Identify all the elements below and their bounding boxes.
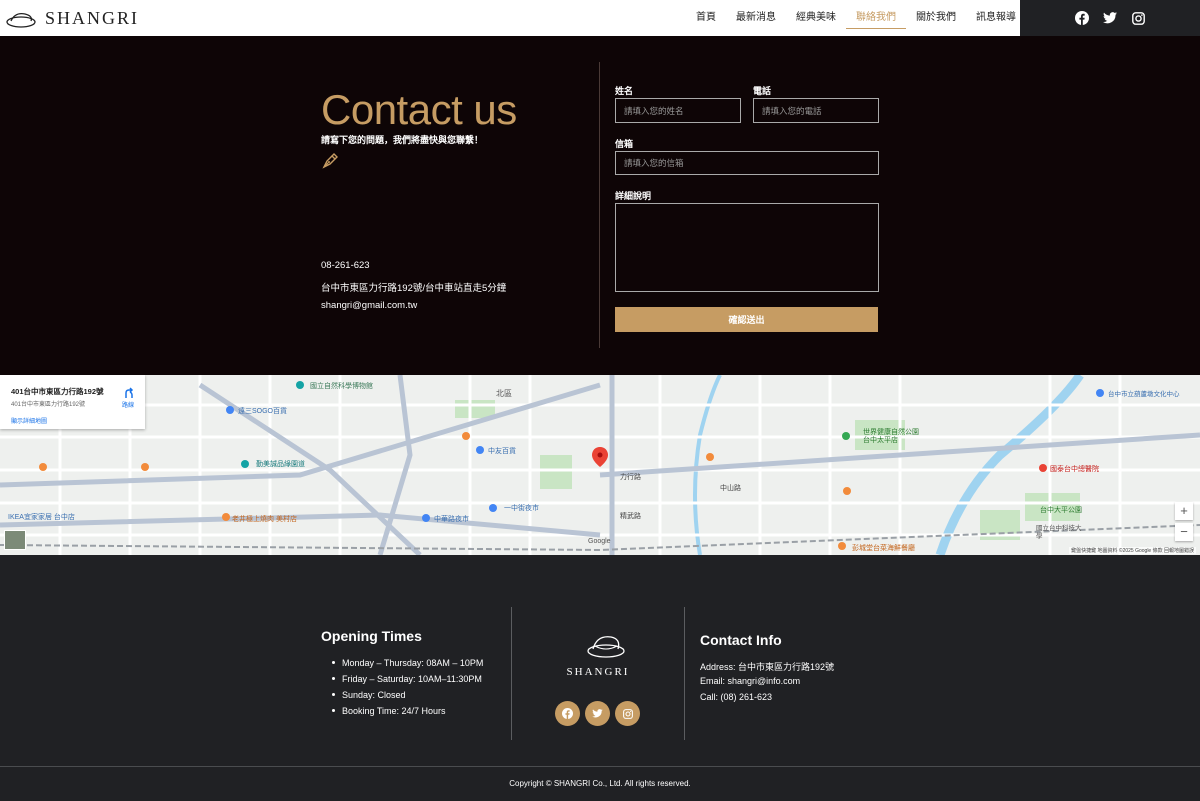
map-label: 中華路夜市 [434, 516, 469, 523]
footer-facebook-button[interactable] [555, 701, 580, 726]
map-attribution[interactable]: 鍵盤快捷鍵 地圖資料 ©2025 Google 條款 回報地圖錯誤 [1069, 547, 1196, 554]
nav-about[interactable]: 關於我們 [906, 0, 966, 36]
footer-logo-text: SHANGRI [566, 666, 630, 678]
map-label: 北區 [496, 389, 512, 398]
footer-address: Address: 台中市東區力行路192號 [700, 662, 835, 672]
site-header: SHANGRI 首頁 最新消息 經典美味 聯絡我們 關於我們 訊息報導 [0, 0, 1200, 36]
map-label: 中山路 [720, 485, 741, 492]
footer-email: Email: shangri@info.com [700, 676, 801, 686]
name-label: 姓名 [615, 86, 634, 96]
contact-section: Contact us 請寫下您的問題，我們將盡快與您聯繫！ 08-261-623… [0, 36, 1200, 375]
satellite-thumbnail[interactable] [4, 530, 26, 550]
map-label: 中友百貨 [488, 448, 516, 455]
submit-button[interactable]: 確認送出 [615, 307, 878, 332]
map-place-address: 401台中市東區力行路192號 [11, 402, 86, 408]
contact-email: shangri@gmail.com.tw [321, 300, 418, 311]
footer-rule [0, 766, 1200, 767]
map-place-card: 401台中市東區力行路192號 401台中市東區力行路192號 顯示詳細地圖 路… [0, 375, 145, 429]
contact-phone: 08-261-623 [321, 260, 370, 271]
google-brand: Google [588, 538, 611, 545]
map-label: 世界健康自然公園 台中太平店 [863, 429, 919, 444]
footer-divider [684, 607, 685, 740]
header-social-bar [1020, 0, 1200, 36]
directions-icon[interactable] [122, 385, 136, 399]
map-label: 國立自然科學博物館 [310, 383, 373, 390]
map-larger-link[interactable]: 顯示詳細地圖 [11, 416, 47, 425]
opening-hours-list: Monday – Thursday: 08AM – 10PM Friday – … [329, 655, 483, 719]
detail-textarea[interactable] [615, 203, 879, 292]
contact-info-title: Contact Info [700, 632, 782, 648]
logo-text: SHANGRI [45, 8, 140, 28]
map-label: 國泰台中總醫院 [1050, 466, 1099, 473]
nav-classic-dishes[interactable]: 經典美味 [786, 0, 846, 36]
hours-item: Booking Time: 24/7 Hours [329, 703, 483, 719]
map-label: 國立台中科技大學 [1036, 525, 1082, 540]
map-label: 彭城堂台菜海鮮餐廳 [852, 545, 915, 552]
hat-logo-icon [6, 12, 36, 28]
hours-item: Sunday: Closed [329, 687, 483, 703]
detail-label: 詳細說明 [615, 191, 652, 201]
nav-home[interactable]: 首頁 [686, 0, 726, 36]
hours-item: Friday – Saturday: 10AM–11:30PM [329, 671, 483, 687]
instagram-icon[interactable] [1131, 11, 1145, 25]
twitter-icon[interactable] [1103, 11, 1117, 25]
map-label: IKEA宜家家居 台中店 [8, 514, 75, 521]
facebook-icon[interactable] [1075, 11, 1089, 25]
contact-subtitle: 請寫下您的問題，我們將盡快與您聯繫！ [321, 135, 484, 145]
nav-reports[interactable]: 訊息報導 [966, 0, 1026, 36]
map-label: 力行路 [620, 474, 641, 481]
fountain-pen-icon [322, 153, 338, 169]
email-input[interactable] [615, 151, 879, 175]
zoom-out-button[interactable]: − [1175, 523, 1193, 541]
site-logo[interactable]: SHANGRI [5, 8, 139, 29]
map-label: 台中大平公園 [1040, 507, 1082, 514]
name-input[interactable] [615, 98, 741, 123]
copyright: Copyright © SHANGRI Co., Ltd. All rights… [509, 779, 691, 788]
email-label: 信箱 [615, 139, 634, 149]
contact-divider [599, 62, 600, 348]
opening-times-title: Opening Times [321, 628, 422, 644]
twitter-icon [592, 709, 603, 718]
zoom-in-button[interactable]: + [1175, 502, 1193, 520]
main-nav: 首頁 最新消息 經典美味 聯絡我們 關於我們 訊息報導 [686, 0, 1026, 36]
instagram-icon [622, 708, 633, 719]
phone-label: 電話 [753, 86, 772, 96]
map-canvas [0, 375, 1200, 555]
contact-address: 台中市東區力行路192號/台中車站直走5分鐘 [321, 283, 507, 294]
hours-item: Monday – Thursday: 08AM – 10PM [329, 655, 483, 671]
footer-twitter-button[interactable] [585, 701, 610, 726]
directions-label[interactable]: 路線 [122, 400, 134, 409]
map-label: 精武路 [620, 513, 641, 520]
google-map[interactable]: 國立自然科學博物館 北區 台中市立葫蘆墩文化中心 遠三SOGO百貨 中友百貨 世… [0, 375, 1200, 555]
facebook-icon [562, 708, 573, 719]
map-label: 台中市立葫蘆墩文化中心 [1108, 391, 1180, 398]
map-label: 老井極上燒肉 美村店 [232, 516, 297, 523]
nav-contact[interactable]: 聯絡我們 [846, 0, 906, 36]
footer-phone: Call: (08) 261-623 [700, 692, 773, 702]
map-label: 勤美誠品綠園道 [256, 461, 305, 468]
nav-news[interactable]: 最新消息 [726, 0, 786, 36]
map-label: 遠三SOGO百貨 [238, 408, 288, 415]
footer-instagram-button[interactable] [615, 701, 640, 726]
map-place-title: 401台中市東區力行路192號 [11, 387, 104, 396]
footer-divider [511, 607, 512, 740]
map-label: 一中街夜市 [504, 505, 539, 512]
hat-logo-icon [587, 636, 625, 658]
site-footer: Opening Times Monday – Thursday: 08AM – … [0, 555, 1200, 801]
phone-input[interactable] [753, 98, 879, 123]
contact-title: Contact us [321, 86, 517, 133]
